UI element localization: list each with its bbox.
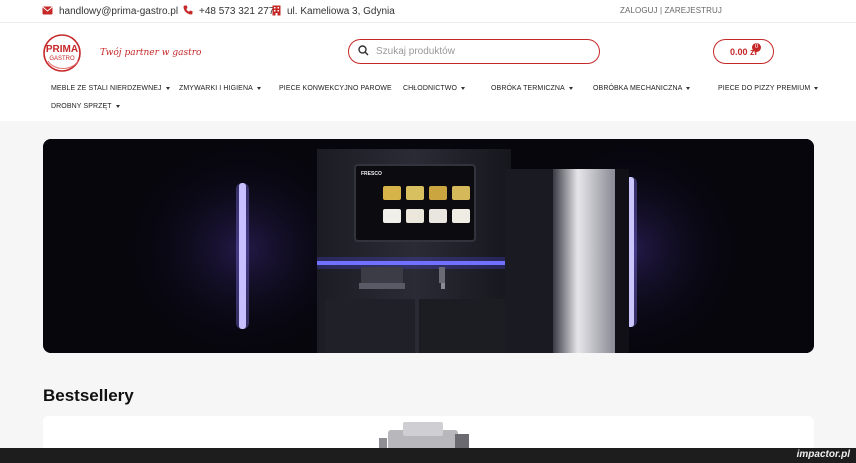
top-contact-bar: handlowy@prima-gastro.pl +48 573 321 277… [0, 0, 856, 23]
caret-down-icon [115, 105, 120, 108]
caret-down-icon [165, 87, 170, 90]
nav-item-obrobka-mechaniczna[interactable]: OBRÓBKA MECHANICZNA [593, 85, 691, 92]
watermark-text: impactor.pl [796, 449, 850, 460]
contact-phone[interactable]: +48 573 321 277 [183, 5, 274, 18]
logo-brand-top: PRIMA [46, 44, 78, 55]
contact-email-text: handlowy@prima-gastro.pl [59, 6, 179, 17]
contact-address-text: ul. Kameliowa 3, Gdynia [287, 6, 395, 17]
envelope-icon [42, 6, 53, 18]
search-input[interactable] [376, 46, 576, 57]
site-header: PRIMA GASTRO Twój partner w gastronomii … [0, 23, 856, 121]
nav-item-label: ZMYWARKI I HIGIENA [179, 85, 253, 92]
logo-brand-bottom: GASTRO [49, 56, 75, 62]
hero-coffee-machine-image: FRESCO [43, 139, 814, 353]
nav-item-obrobka-termiczna[interactable]: OBRÓKA TERMICZNA [491, 85, 573, 92]
site-logo[interactable]: PRIMA GASTRO Twój partner w gastronomii [42, 31, 227, 75]
machine-brand-label: FRESCO [361, 171, 382, 177]
caret-down-icon [814, 87, 819, 90]
cart-button[interactable]: 0.00 zł 0 [713, 39, 774, 64]
nav-item-label: OBRÓKA TERMICZNA [491, 85, 565, 92]
nav-item-meble[interactable]: MEBLE ZE STALI NIERDZEWNEJ [51, 85, 170, 92]
caret-down-icon [568, 87, 573, 90]
nav-item-drobny-sprzet[interactable]: DROBNY SPRZĘT [51, 103, 120, 110]
caret-down-icon [256, 87, 261, 90]
cart-count-badge: 0 [752, 43, 761, 52]
contact-address: ul. Kameliowa 3, Gdynia [272, 5, 395, 18]
building-icon [272, 5, 281, 19]
nav-item-label: OBRÓBKA MECHANICZNA [593, 85, 683, 92]
search-icon[interactable] [358, 43, 369, 61]
login-register-links[interactable]: ZALOGUJ | ZAREJESTRUJ [620, 6, 722, 15]
nav-item-label: MEBLE ZE STALI NIERDZEWNEJ [51, 85, 162, 92]
nav-item-label: PIECE DO PIZZY PREMIUM [718, 85, 811, 92]
nav-item-label: DROBNY SPRZĘT [51, 103, 112, 110]
caret-down-icon [461, 87, 465, 90]
logo-tagline: Twój partner w gastronomii [100, 47, 202, 58]
nav-item-zmywarki[interactable]: ZMYWARKI I HIGIENA [179, 85, 261, 92]
main-navigation: MEBLE ZE STALI NIERDZEWNEJ ZMYWARKI I HI… [0, 83, 856, 123]
caret-down-icon [686, 87, 691, 90]
hero-banner[interactable]: FRESCO [43, 139, 814, 353]
nav-item-piece-pizza[interactable]: PIECE DO PIZZY PREMIUM [718, 85, 819, 92]
bestsellers-heading: Bestsellery [43, 386, 134, 405]
watermark-bar: impactor.pl [0, 448, 856, 463]
phone-icon [183, 5, 193, 18]
nav-item-label: PIECE KONWEKCYJNO PAROWE [279, 85, 392, 92]
nav-item-label: CHŁODNICTWO [403, 85, 457, 92]
contact-phone-text: +48 573 321 277 [199, 6, 275, 17]
nav-item-piece-konwekcyjne[interactable]: PIECE KONWEKCYJNO PAROWE [279, 85, 392, 92]
contact-email[interactable]: handlowy@prima-gastro.pl [42, 5, 178, 18]
nav-item-chlodnictwo[interactable]: CHŁODNICTWO [403, 85, 465, 92]
search-bar[interactable] [348, 39, 600, 64]
